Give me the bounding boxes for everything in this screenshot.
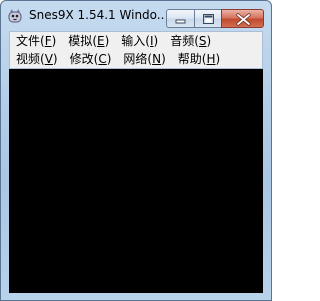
close-button[interactable]	[221, 9, 264, 28]
menu-netplay[interactable]: 网络(N)	[117, 50, 171, 68]
menu-file[interactable]: 文件(F)	[10, 32, 62, 50]
menu-video[interactable]: 视频(V)	[10, 50, 64, 68]
minimize-icon	[175, 19, 186, 24]
menu-sound[interactable]: 音频(S)	[164, 32, 217, 50]
maximize-button[interactable]	[194, 9, 221, 28]
close-icon	[236, 13, 251, 26]
emulator-display[interactable]	[9, 69, 263, 293]
maximize-icon	[203, 14, 214, 24]
window-title: Snes9X 1.54.1 Windo...	[29, 8, 165, 22]
minimize-button[interactable]	[166, 9, 194, 28]
menu-row-2: 视频(V) 修改(C) 网络(N) 帮助(H)	[10, 50, 226, 68]
caption-buttons	[166, 9, 264, 28]
app-window: Snes9X 1.54.1 Windo... 文件(F) 模拟(E) 输入(I)…	[0, 0, 272, 301]
menu-input[interactable]: 输入(I)	[115, 32, 164, 50]
snes9x-icon	[7, 8, 23, 24]
menu-bar: 文件(F) 模拟(E) 输入(I) 音频(S) 视频(V) 修改(C) 网络(N…	[9, 31, 263, 69]
menu-row-1: 文件(F) 模拟(E) 输入(I) 音频(S)	[10, 32, 217, 50]
title-bar[interactable]: Snes9X 1.54.1 Windo...	[1, 1, 271, 31]
menu-cheat[interactable]: 修改(C)	[64, 50, 118, 68]
menu-help[interactable]: 帮助(H)	[172, 50, 226, 68]
menu-emulation[interactable]: 模拟(E)	[62, 32, 115, 50]
